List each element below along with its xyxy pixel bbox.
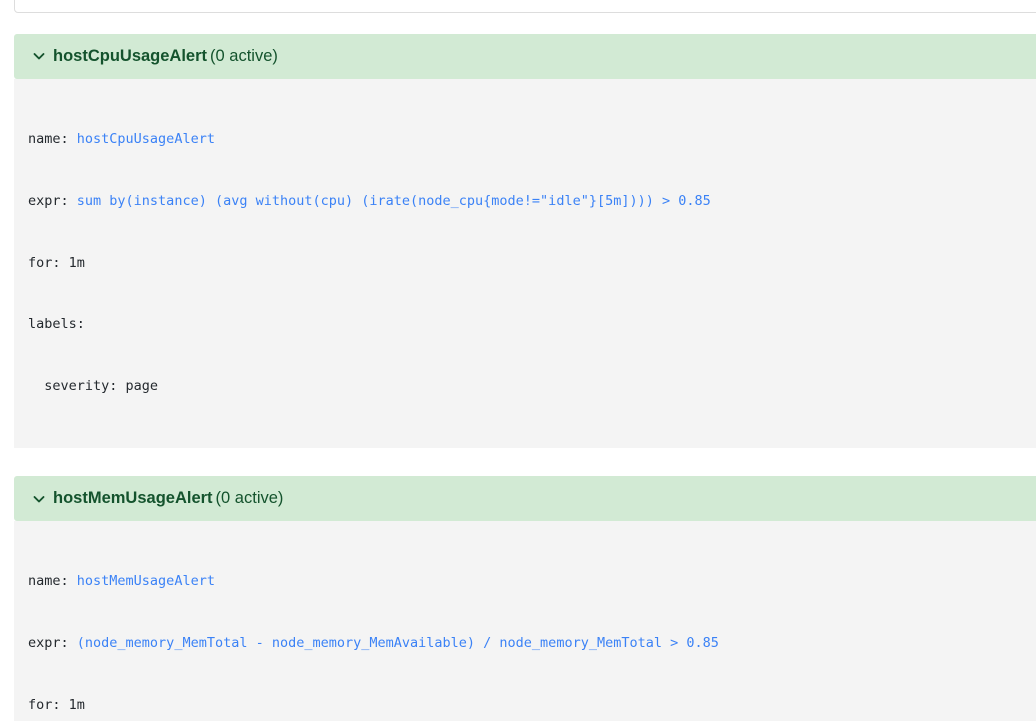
rule-expr-line: expr: (node_memory_MemTotal - node_memor…	[14, 633, 1036, 654]
rule-name-line: name: hostMemUsageAlert	[14, 571, 1036, 592]
rule-name-value: hostCpuUsageAlert	[76, 131, 215, 148]
rule-labels-line: labels:	[28, 316, 85, 333]
group-active-count: (0 active)	[215, 489, 284, 508]
rule-definition-hostcpuusagealert: name: hostCpuUsageAlert expr: sum by(ins…	[14, 78, 1036, 449]
rule-name-value: hostMemUsageAlert	[76, 573, 215, 590]
rule-for-line: for: 1m	[28, 696, 85, 713]
rule-expr-line: expr: sum by(instance) (avg without(cpu)…	[14, 191, 1036, 212]
group-header-hostcpuusagealert[interactable]: hostCpuUsageAlert (0 active)	[14, 33, 1036, 79]
rule-expr-key: expr:	[28, 192, 77, 209]
rule-severity-line: severity: page	[28, 378, 159, 395]
group-header-hostmemusagealert[interactable]: hostMemUsageAlert (0 active)	[14, 476, 1036, 522]
rule-expr-value: sum by(instance) (avg without(cpu) (irat…	[76, 192, 711, 209]
chevron-down-icon	[32, 492, 46, 506]
alerts-page: /usr/local/prometheus/rule/hostStats-ale…	[0, 0, 1036, 721]
group-name: hostCpuUsageAlert	[53, 46, 208, 65]
rule-expr-key: expr:	[28, 634, 77, 651]
group-active-count: (0 active)	[210, 46, 278, 65]
rule-name-line: name: hostCpuUsageAlert	[14, 129, 1036, 150]
group-name: hostMemUsageAlert	[53, 489, 213, 508]
rule-for-line: for: 1m	[28, 254, 85, 271]
rule-name-key: name:	[28, 573, 77, 590]
rule-expr-value: (node_memory_MemTotal - node_memory_MemA…	[76, 634, 719, 651]
rule-definition-hostmemusagealert: name: hostMemUsageAlert expr: (node_memo…	[14, 521, 1036, 721]
rule-name-key: name:	[28, 131, 77, 148]
chevron-down-icon	[32, 49, 46, 63]
rule-file-breadcrumb-hoststats: /usr/local/prometheus/rule/hostStats-ale…	[14, 0, 1036, 13]
